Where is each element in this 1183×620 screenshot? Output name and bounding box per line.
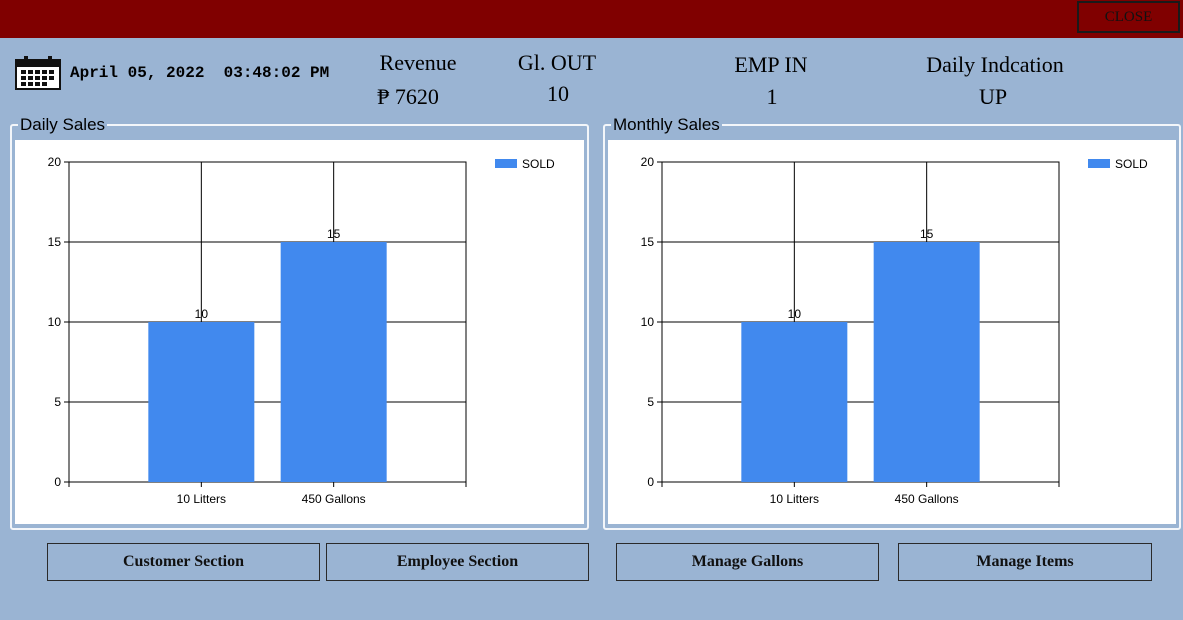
x-tick-label: 450 Gallons — [302, 492, 366, 506]
bar-data-label: 15 — [327, 227, 341, 241]
x-tick-label: 450 Gallons — [895, 492, 959, 506]
legend-swatch — [495, 159, 517, 168]
bar-data-label: 10 — [195, 307, 209, 321]
daily-indication-value: UP — [978, 84, 1008, 109]
monthly-sales-chart: 0 5 10 15 20 10 15 10 Litters 450 Gallons SOLD — [641, 155, 1148, 506]
legend-swatch — [1088, 159, 1110, 168]
y-tick-label: 5 — [54, 395, 61, 409]
gallons-out-label: Gl. OUT — [517, 50, 597, 75]
revenue-label: Revenue — [379, 50, 457, 75]
monthly-sales-panel: Monthly Sales 0 5 10 15 20 10 15 10 Litters 450 … — [603, 115, 1181, 530]
monthly-sales-title: Monthly Sales — [611, 115, 722, 135]
customer-section-button[interactable]: Customer Section — [47, 543, 320, 581]
current-datetime: April 05, 2022 03:48:02 PM — [70, 64, 329, 82]
legend-label: SOLD — [522, 157, 555, 171]
bar — [873, 242, 980, 482]
y-tick-label: 10 — [48, 315, 62, 329]
y-tick-label: 15 — [48, 235, 62, 249]
bar-data-label: 15 — [920, 227, 934, 241]
current-date: April 05, 2022 — [70, 64, 205, 82]
y-tick-label: 5 — [647, 395, 654, 409]
legend-label: SOLD — [1115, 157, 1148, 171]
daily-sales-chart: 0 5 10 15 20 10 15 10 Litters 450 Gallons SOLD — [48, 155, 555, 506]
y-tick-label: 20 — [48, 155, 62, 169]
x-tick-label: 10 Litters — [770, 492, 819, 506]
employee-section-button[interactable]: Employee Section — [326, 543, 589, 581]
manage-gallons-button[interactable]: Manage Gallons — [616, 543, 879, 581]
monthly-sales-chart-area: 0 5 10 15 20 10 15 10 Litters 450 Gallons SOLD — [608, 140, 1176, 524]
y-tick-label: 10 — [641, 315, 655, 329]
bar — [741, 322, 848, 482]
emp-in-value: 1 — [766, 84, 778, 109]
daily-sales-chart-area: 0 5 10 15 20 10 15 10 Litters 450 Gallons SOLD — [15, 140, 584, 524]
revenue-value: ₱ 7620 — [377, 84, 439, 109]
gallons-out-value: 10 — [547, 81, 569, 106]
calendar-icon — [15, 56, 61, 90]
title-bar: CLOSE — [0, 0, 1183, 38]
daily-sales-title: Daily Sales — [18, 115, 108, 135]
manage-items-button[interactable]: Manage Items — [898, 543, 1152, 581]
y-tick-label: 0 — [647, 475, 654, 489]
y-tick-label: 15 — [641, 235, 655, 249]
close-button[interactable]: CLOSE — [1077, 1, 1180, 33]
x-tick-label: 10 Litters — [177, 492, 226, 506]
y-tick-label: 0 — [54, 475, 61, 489]
bar-data-label: 10 — [788, 307, 802, 321]
emp-in-label: EMP IN — [734, 52, 808, 77]
y-tick-label: 20 — [641, 155, 655, 169]
bar — [148, 322, 255, 482]
bar — [280, 242, 387, 482]
daily-sales-panel: Daily Sales 0 5 10 15 20 10 15 10 Litters 450 Ga… — [10, 115, 589, 530]
current-time: 03:48:02 PM — [223, 64, 330, 82]
daily-indication-label: Daily Indcation — [926, 52, 1064, 77]
